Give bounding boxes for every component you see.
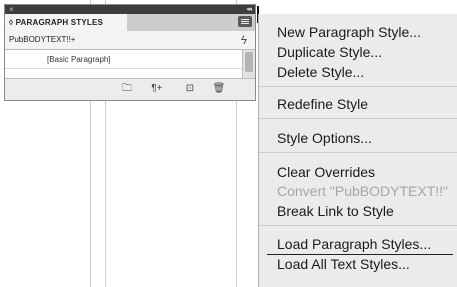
menu-separator	[259, 86, 457, 87]
current-style-row: PubBODYTEXT!!+ ϟ	[5, 31, 255, 50]
list-item[interactable]: [Basic Paragraph]	[5, 52, 243, 69]
menu-item-load-all-text-styles[interactable]: Load All Text Styles...	[277, 256, 410, 272]
current-style-name: PubBODYTEXT!!+	[9, 35, 76, 44]
folder-icon[interactable]: 🗀	[120, 83, 134, 95]
menu-item-style-options[interactable]: Style Options...	[277, 130, 372, 146]
panel-footer: 🗀 ¶+ ⊡ 🗑	[5, 78, 255, 100]
new-style-icon[interactable]: ¶+	[148, 83, 166, 95]
panel-menu-icon[interactable]	[238, 16, 252, 27]
menu-item-duplicate-style[interactable]: Duplicate Style...	[277, 44, 382, 60]
panel-title: ◊ PARAGRAPH STYLES	[9, 18, 104, 27]
menu-item-redefine-style[interactable]: Redefine Style	[277, 96, 368, 112]
menu-item-clear-overrides[interactable]: Clear Overrides	[277, 164, 375, 180]
panel-tab-strip	[127, 14, 255, 31]
menu-item-break-link-to-style[interactable]: Break Link to Style	[277, 203, 394, 219]
menu-item-convert-style: Convert "PubBODYTEXT!!"	[277, 183, 448, 199]
create-icon[interactable]: ⊡	[183, 83, 197, 95]
quick-apply-icon[interactable]: ϟ	[241, 33, 247, 47]
collapse-icon[interactable]: ◂◂	[246, 5, 252, 14]
menu-item-load-paragraph-styles[interactable]: Load Paragraph Styles...	[277, 236, 431, 252]
tab-paragraph-styles[interactable]: ◊ PARAGRAPH STYLES	[5, 14, 128, 31]
highlight-underline	[267, 254, 453, 255]
list-scrollbar[interactable]	[242, 50, 255, 80]
paragraph-styles-panel: × ◂◂ ◊ PARAGRAPH STYLES PubBODYTEXT!!+ ϟ…	[4, 4, 256, 101]
menu-separator	[259, 225, 457, 226]
close-icon[interactable]: ×	[9, 5, 14, 14]
menu-item-delete-style[interactable]: Delete Style...	[277, 64, 364, 80]
menu-separator	[259, 118, 457, 119]
panel-titlebar[interactable]: × ◂◂	[5, 5, 255, 14]
scrollbar-thumb[interactable]	[245, 52, 253, 72]
style-item-label: [Basic Paragraph]	[47, 55, 111, 64]
menu-item-new-paragraph-style[interactable]: New Paragraph Style...	[277, 24, 421, 40]
style-list: [Basic Paragraph]	[5, 50, 243, 80]
delete-icon[interactable]: 🗑	[212, 83, 226, 95]
panel-context-menu: New Paragraph Style... Duplicate Style..…	[258, 14, 457, 287]
menu-separator	[259, 152, 457, 153]
